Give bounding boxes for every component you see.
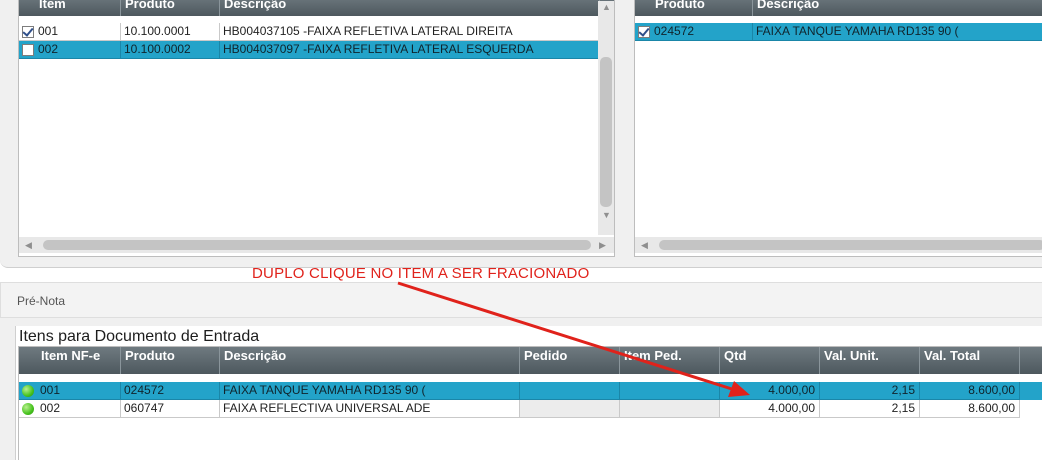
- scroll-right-arrow-icon[interactable]: ▶: [599, 237, 606, 253]
- table-row[interactable]: 024572 FAIXA TANQUE YAMAHA RD135 90 (: [635, 23, 1042, 41]
- column-header-item-ped[interactable]: Item Ped.: [620, 347, 720, 374]
- scroll-down-arrow-icon[interactable]: ▼: [602, 207, 611, 223]
- cell-pedido: [520, 400, 620, 418]
- cell-descricao: HB004037105 -FAIXA REFLETIVA LATERAL DIR…: [220, 23, 600, 41]
- cell-produto: 060747: [121, 400, 220, 418]
- column-header-val-total[interactable]: Val. Total: [920, 347, 1020, 374]
- cell-produto: 024572: [635, 23, 753, 41]
- column-header-descricao[interactable]: Descrição: [753, 0, 1042, 16]
- products-grid: Produto Descrição 024572 FAIXA TANQUE YA…: [634, 0, 1042, 257]
- cell-item: 002: [19, 41, 121, 59]
- cell-item: 001: [19, 23, 121, 41]
- cell-item-ped: [620, 382, 720, 400]
- table-row[interactable]: 001 10.100.0001 HB004037105 -FAIXA REFLE…: [19, 23, 614, 41]
- table-row[interactable]: 002 10.100.0002 HB004037097 -FAIXA REFLE…: [19, 41, 600, 59]
- table-row[interactable]: 002 060747 FAIXA REFLECTIVA UNIVERSAL AD…: [19, 400, 1042, 418]
- column-header-pedido[interactable]: Pedido: [520, 347, 620, 374]
- scroll-left-arrow-icon[interactable]: ◀: [25, 237, 32, 253]
- column-header-more[interactable]: [1020, 347, 1042, 374]
- cell-pedido: [520, 382, 620, 400]
- cell-item-nfe: 002: [19, 400, 121, 418]
- cell-produto: 10.100.0001: [121, 23, 220, 41]
- scroll-up-arrow-icon[interactable]: ▲: [602, 0, 611, 15]
- column-header-produto[interactable]: Produto: [121, 347, 220, 374]
- column-header-descricao[interactable]: Descrição: [220, 347, 520, 374]
- entry-items-grid: Item NF-e Produto Descrição Pedido Item …: [18, 346, 1042, 460]
- column-header-item[interactable]: Item: [19, 0, 121, 16]
- cell-val-total: 8.600,00: [920, 400, 1020, 418]
- column-header-produto[interactable]: Produto: [635, 0, 753, 16]
- cell-descricao: FAIXA TANQUE YAMAHA RD135 90 (: [753, 23, 1042, 41]
- section-title: Itens para Documento de Entrada: [19, 328, 260, 345]
- entry-items-grid-header: Item NF-e Produto Descrição Pedido Item …: [19, 347, 1042, 374]
- column-header-val-unit[interactable]: Val. Unit.: [820, 347, 920, 374]
- cell-item-ped: [620, 400, 720, 418]
- products-grid-header: Produto Descrição: [635, 0, 1042, 16]
- horizontal-scroll-thumb[interactable]: [659, 240, 1042, 250]
- vertical-scrollbar[interactable]: ▲ ▼: [598, 1, 614, 235]
- cell-val-total: 8.600,00: [920, 382, 1020, 400]
- nf-items-grid-header: Item Produto Descrição: [19, 0, 614, 16]
- items-section: Itens para Documento de Entrada Item NF-…: [0, 318, 1042, 460]
- selection-panel: Item Produto Descrição 001 10.100.0001 H…: [0, 0, 1042, 268]
- horizontal-scrollbar[interactable]: ◀ ▶: [19, 237, 614, 253]
- cell-qtd: 4.000,00: [720, 382, 820, 400]
- column-header-item-nfe[interactable]: Item NF-e: [19, 347, 121, 374]
- cell-descricao: FAIXA REFLECTIVA UNIVERSAL ADE: [220, 400, 520, 418]
- nf-items-grid: Item Produto Descrição 001 10.100.0001 H…: [18, 0, 615, 257]
- cell-qtd: 4.000,00: [720, 400, 820, 418]
- horizontal-scrollbar[interactable]: ◀: [635, 237, 1042, 253]
- scroll-left-arrow-icon[interactable]: ◀: [641, 237, 648, 253]
- cell-val-unit: 2,15: [820, 382, 920, 400]
- pre-nota-label[interactable]: Pré-Nota: [17, 294, 65, 308]
- cell-produto: 10.100.0002: [121, 41, 220, 59]
- column-header-qtd[interactable]: Qtd: [720, 347, 820, 374]
- vertical-scroll-thumb[interactable]: [600, 57, 612, 207]
- cell-descricao: FAIXA TANQUE YAMAHA RD135 90 (: [220, 382, 520, 400]
- table-row[interactable]: 001 024572 FAIXA TANQUE YAMAHA RD135 90 …: [19, 382, 1042, 400]
- cell-val-unit: 2,15: [820, 400, 920, 418]
- horizontal-scroll-thumb[interactable]: [43, 240, 591, 250]
- pre-nota-bar: Pré-Nota: [0, 282, 1042, 318]
- annotation-text: DUPLO CLIQUE NO ITEM A SER FRACIONADO: [252, 265, 590, 282]
- column-header-descricao[interactable]: Descrição: [220, 0, 600, 16]
- cell-item-nfe: 001: [19, 382, 121, 400]
- items-section-body: Itens para Documento de Entrada Item NF-…: [15, 326, 1042, 460]
- cell-produto: 024572: [121, 382, 220, 400]
- cell-descricao: HB004037097 -FAIXA REFLETIVA LATERAL ESQ…: [220, 41, 600, 59]
- column-header-produto[interactable]: Produto: [121, 0, 220, 16]
